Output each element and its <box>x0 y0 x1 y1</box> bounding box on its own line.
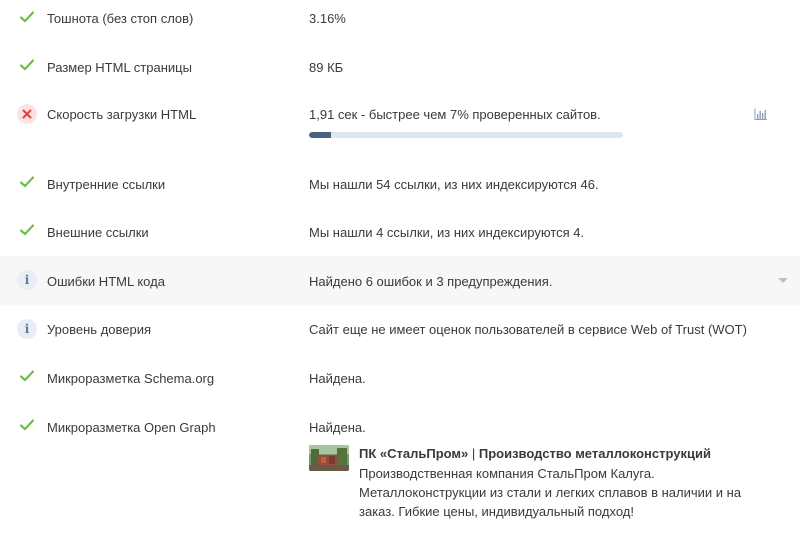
row-label: Размер HTML страницы <box>47 60 192 75</box>
check-icon <box>17 172 37 192</box>
og-page-title: Производство металлоконструкций <box>478 446 711 461</box>
row-label: Внутренние ссылки <box>47 177 166 192</box>
progress-fill <box>309 132 331 138</box>
row-label: Микроразметка Open Graph <box>47 420 216 435</box>
check-icon <box>17 55 37 75</box>
row-value: 1,91 сек - быстрее чем 7% проверенных са… <box>309 107 601 122</box>
result-row-open-graph: Микроразметка Open Graph Найдена. <box>0 411 800 447</box>
row-label: Тошнота (без стоп слов) <box>47 11 194 26</box>
result-row-external-links: Внешние ссылки Мы нашли 4 ссылки, из них… <box>0 216 800 252</box>
og-description: Производственная компания СтальПром Калу… <box>359 466 742 519</box>
og-title-separator: | <box>468 446 479 461</box>
row-value: Найдена. <box>309 420 366 435</box>
info-icon: i <box>17 319 37 339</box>
check-icon <box>17 220 37 240</box>
result-row-html-errors[interactable]: i Ошибки HTML кода Найдено 6 ошибок и 3 … <box>0 256 800 305</box>
info-icon: i <box>17 270 37 290</box>
row-value: Найдено 6 ошибок и 3 предупреждения. <box>309 274 553 289</box>
check-icon <box>17 415 37 435</box>
result-row-nausea: Тошнота (без стоп слов) 3.16% <box>0 0 800 36</box>
check-icon <box>17 366 37 386</box>
row-label: Уровень доверия <box>47 322 152 337</box>
row-value: Найдена. <box>309 371 366 386</box>
chevron-down-icon[interactable] <box>778 278 788 283</box>
bar-chart-icon[interactable] <box>754 108 768 122</box>
result-row-trust-level: i Уровень доверия Сайт еще не имеет оцен… <box>0 313 800 349</box>
row-value: Мы нашли 54 ссылки, из них индексируются… <box>309 177 599 192</box>
result-row-load-speed: Скорость загрузки HTML 1,91 сек - быстре… <box>0 104 800 154</box>
result-row-internal-links: Внутренние ссылки Мы нашли 54 ссылки, из… <box>0 168 800 204</box>
row-label: Ошибки HTML кода <box>47 274 165 289</box>
row-value: 3.16% <box>309 11 346 26</box>
row-label: Внешние ссылки <box>47 225 149 240</box>
og-site-name: ПК «СтальПром» <box>359 446 469 461</box>
og-thumbnail-image <box>309 445 349 471</box>
result-row-html-size: Размер HTML страницы 89 КБ <box>0 49 800 85</box>
cross-icon <box>17 104 37 124</box>
row-value: Мы нашли 4 ссылки, из них индексируются … <box>309 225 585 240</box>
load-speed-progress-bar <box>309 132 623 138</box>
og-title: ПК «СтальПром» | Производство металлокон… <box>359 446 711 461</box>
result-row-schema-org: Микроразметка Schema.org Найдена. <box>0 362 800 398</box>
row-label: Скорость загрузки HTML <box>47 107 197 122</box>
row-value: 89 КБ <box>309 60 344 75</box>
check-icon <box>17 7 37 27</box>
row-value: Сайт еще не имеет оценок пользователей в… <box>309 322 747 337</box>
row-label: Микроразметка Schema.org <box>47 371 215 386</box>
